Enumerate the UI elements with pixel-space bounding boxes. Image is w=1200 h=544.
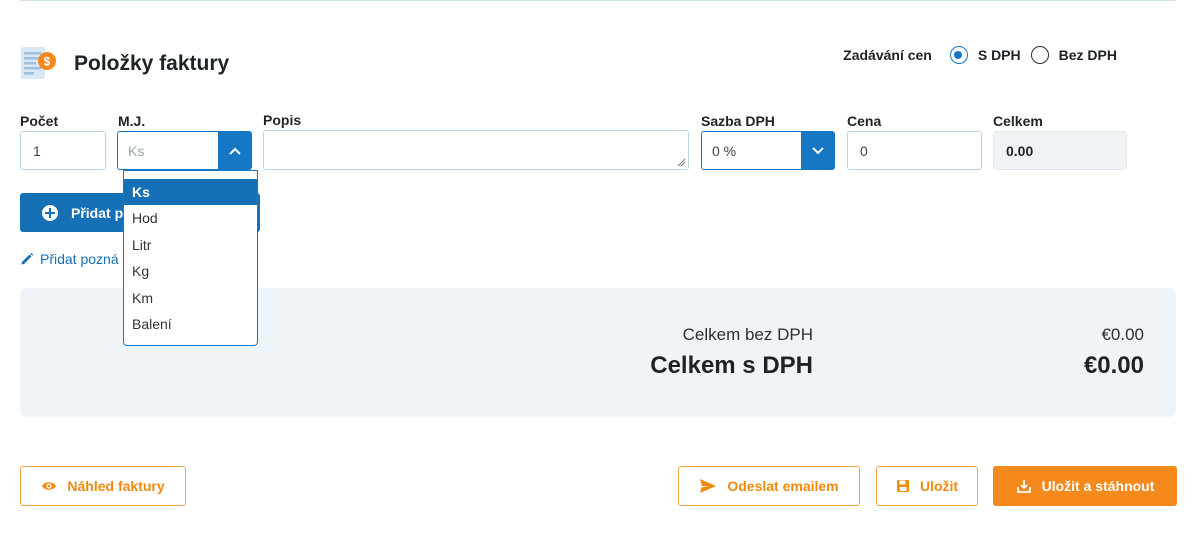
- download-icon: [1016, 480, 1031, 493]
- section-title: Položky faktury: [74, 52, 230, 75]
- save-label: Uložit: [919, 478, 959, 494]
- radio-label: S DPH: [977, 47, 1021, 63]
- price-input[interactable]: 0: [847, 131, 982, 170]
- unit-dropdown-list: Ks Hod Litr Kg Km Balení: [123, 170, 258, 346]
- price-entry-label: Zadávání cen: [843, 47, 932, 63]
- invoice-coin-icon: $: [20, 45, 58, 83]
- svg-text:$: $: [44, 55, 51, 69]
- pencil-icon: [21, 252, 34, 265]
- radio-without-vat[interactable]: Bez DPH: [1030, 46, 1117, 64]
- dropdown-option-baleni[interactable]: Balení: [124, 311, 257, 338]
- price-label: Cena: [847, 113, 882, 129]
- eye-icon: [42, 482, 57, 490]
- invoice-preview-button[interactable]: Náhled faktury: [20, 466, 186, 506]
- unit-select-value: Ks: [128, 142, 145, 159]
- total-label: Celkem: [993, 113, 1043, 129]
- send-email-label: Odeslat emailem: [727, 478, 839, 494]
- section-header: $ Položky faktury: [20, 44, 229, 84]
- plus-circle-icon: [42, 204, 58, 221]
- top-divider: [20, 0, 1176, 1]
- add-note-label: Přidat pozná: [40, 251, 119, 267]
- chevron-up-icon[interactable]: [218, 132, 251, 169]
- dropdown-option-kg[interactable]: Kg: [124, 258, 257, 285]
- description-label: Popis: [263, 112, 302, 128]
- total-without-vat-value: €0.00: [1101, 325, 1144, 344]
- price-entry-mode: Zadávání cen S DPH Bez DPH: [843, 46, 1127, 64]
- save-button[interactable]: Uložit: [876, 466, 978, 506]
- total-value: 0.00: [993, 131, 1127, 170]
- description-textarea[interactable]: [263, 130, 689, 170]
- add-item-label: Přidat p: [71, 204, 124, 221]
- vat-rate-value: 0 %: [712, 142, 737, 159]
- floppy-disk-icon: [896, 480, 909, 492]
- chevron-down-icon[interactable]: [801, 132, 834, 169]
- radio-label: Bez DPH: [1058, 47, 1117, 63]
- send-icon: [700, 479, 717, 493]
- resize-handle-icon[interactable]: [677, 158, 686, 167]
- save-download-label: Uložit a stáhnout: [1041, 478, 1155, 494]
- send-email-button[interactable]: Odeslat emailem: [678, 466, 860, 506]
- dropdown-option-ks[interactable]: Ks: [124, 179, 257, 205]
- dropdown-option-km[interactable]: Km: [124, 285, 257, 312]
- unit-label: M.J.: [118, 113, 146, 129]
- vat-rate-select[interactable]: 0 %: [701, 131, 835, 170]
- total-with-vat-value: €0.00: [1083, 352, 1144, 379]
- unit-select[interactable]: Ks: [117, 131, 252, 170]
- save-and-download-button[interactable]: Uložit a stáhnout: [993, 466, 1177, 506]
- radio-dot-checked: [949, 46, 968, 64]
- count-input[interactable]: 1: [20, 131, 106, 170]
- total-without-vat-label: Celkem bez DPH: [682, 325, 813, 344]
- add-note-link[interactable]: Přidat pozná: [20, 251, 119, 267]
- dropdown-option-litr[interactable]: Litr: [124, 232, 257, 259]
- radio-dot: [1030, 46, 1049, 64]
- radio-with-vat[interactable]: S DPH: [949, 46, 1021, 64]
- dropdown-option-hod[interactable]: Hod: [124, 205, 257, 232]
- vat-rate-label: Sazba DPH: [701, 113, 775, 129]
- preview-label: Náhled faktury: [67, 478, 165, 494]
- count-label: Počet: [20, 113, 59, 129]
- total-with-vat-label: Celkem s DPH: [650, 352, 813, 379]
